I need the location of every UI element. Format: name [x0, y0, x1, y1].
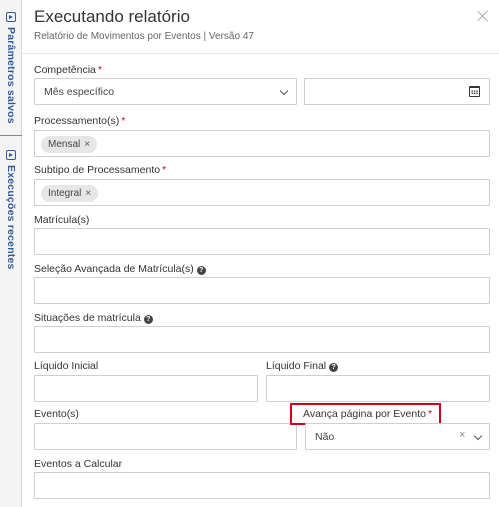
selecao-avancada-input[interactable] — [34, 277, 490, 304]
competencia-label: Competência * — [34, 64, 102, 76]
remove-chip-icon[interactable]: × — [85, 188, 91, 199]
chevron-down-icon — [473, 431, 483, 441]
avanca-pagina-value: Não — [315, 431, 335, 443]
selecao-avancada-label: Seleção Avançada de Matrícula(s)? — [34, 263, 206, 275]
eventos-input[interactable] — [34, 423, 297, 450]
competencia-select[interactable]: Mês específico — [34, 78, 297, 105]
subtipo-multiselect[interactable]: Integral × — [34, 179, 490, 206]
eventos-label: Evento(s) — [34, 408, 79, 420]
required-marker: * — [121, 115, 126, 127]
help-icon[interactable]: ? — [196, 266, 206, 275]
saved-parameters-label: Parâmetros salvos — [5, 27, 17, 124]
side-rail: Parâmetros salvos Execuções recentes — [0, 0, 22, 507]
liquido-final-label: Líquido Final? — [266, 360, 339, 372]
chevron-down-icon — [279, 86, 289, 96]
processamentos-multiselect[interactable]: Mensal × — [34, 130, 490, 157]
situacoes-input[interactable] — [34, 326, 490, 353]
matriculas-label: Matrícula(s) — [34, 214, 90, 226]
competencia-select-value: Mês específico — [44, 86, 115, 98]
liquido-inicial-label: Líquido Inicial — [34, 360, 99, 372]
expand-icon — [6, 150, 16, 160]
matriculas-input[interactable] — [34, 228, 490, 255]
dialog-title: Executando relatório — [34, 7, 190, 26]
remove-chip-icon[interactable]: × — [84, 139, 90, 150]
situacoes-label: Situações de matrícula? — [34, 312, 153, 324]
help-icon[interactable]: ? — [143, 315, 153, 324]
rail-divider — [0, 135, 22, 136]
recent-runs-tab[interactable]: Execuções recentes — [0, 150, 22, 270]
required-marker: * — [162, 164, 167, 176]
subtipo-chip: Integral × — [41, 185, 99, 202]
recent-runs-label: Execuções recentes — [5, 165, 17, 270]
required-marker: * — [97, 64, 102, 76]
processamentos-label: Processamento(s) * — [34, 115, 126, 127]
eventos-calcular-label: Eventos a Calcular — [34, 458, 123, 470]
calendar-icon[interactable] — [469, 86, 480, 97]
avanca-pagina-select[interactable]: Não × — [305, 423, 490, 450]
liquido-final-input[interactable] — [266, 375, 490, 402]
subtipo-label: Subtipo de Processamento * — [34, 164, 167, 176]
dialog-subtitle: Relatório de Movimentos por Eventos | Ve… — [34, 31, 254, 42]
help-icon[interactable]: ? — [329, 363, 339, 372]
header-divider — [22, 53, 499, 54]
competencia-date-input[interactable] — [304, 78, 490, 105]
eventos-calcular-input[interactable] — [34, 472, 490, 499]
expand-icon — [6, 12, 16, 22]
avanca-pagina-label: Avança página por Evento * — [303, 408, 433, 420]
processamento-chip: Mensal × — [41, 136, 98, 153]
liquido-inicial-input[interactable] — [34, 375, 258, 402]
saved-parameters-tab[interactable]: Parâmetros salvos — [0, 12, 22, 124]
clear-icon[interactable]: × — [459, 429, 465, 441]
close-icon[interactable] — [475, 8, 491, 24]
required-marker: * — [427, 408, 433, 420]
